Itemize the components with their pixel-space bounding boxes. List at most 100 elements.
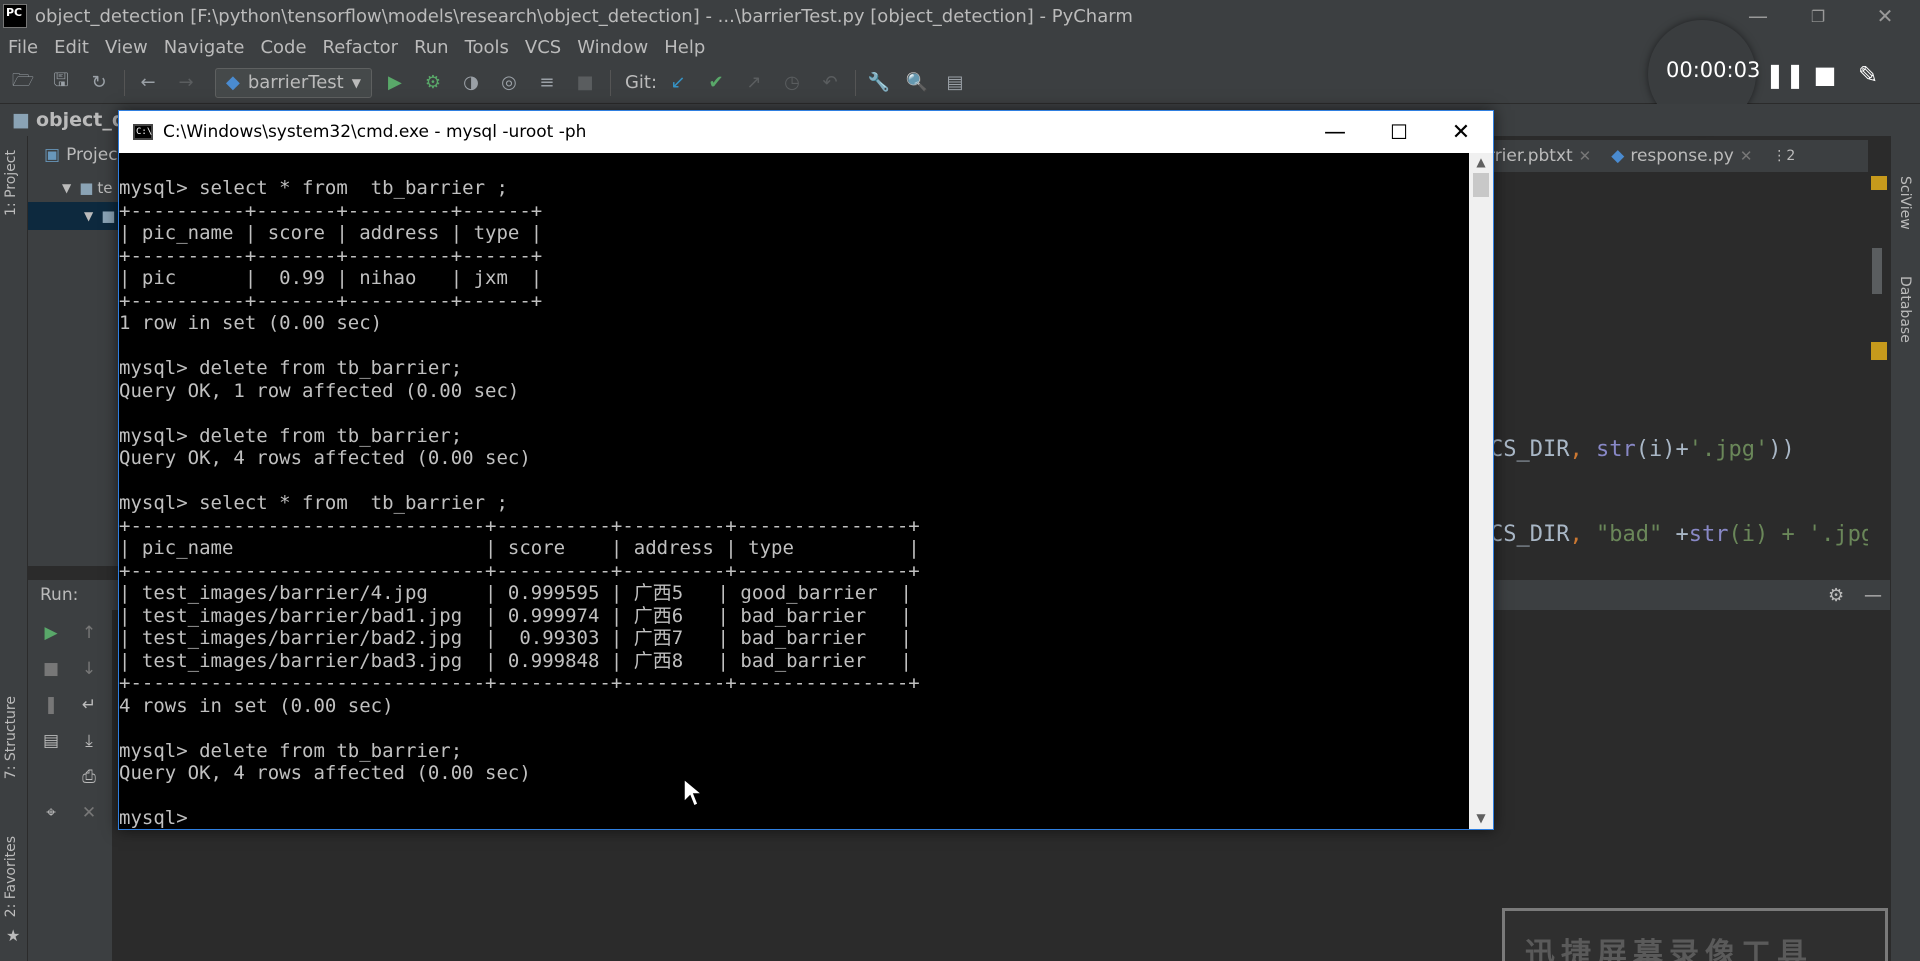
close-tab-icon[interactable]: ✕ <box>1740 147 1753 165</box>
git-update-icon[interactable]: ↙ <box>665 70 691 96</box>
cmd-line: mysql> delete from tb_barrier; <box>119 357 463 379</box>
stop-icon[interactable]: ■ <box>572 70 598 96</box>
warning-marker[interactable] <box>1871 342 1887 360</box>
git-revert-icon[interactable]: ↶ <box>817 70 843 96</box>
tab-sciview[interactable]: SciView <box>1897 176 1913 230</box>
search-icon[interactable]: 🔍 <box>904 70 930 96</box>
presentation-icon[interactable]: ▤ <box>942 70 968 96</box>
run-panel-label: Run: <box>40 585 79 605</box>
menu-file[interactable]: File <box>8 37 38 58</box>
recorder-watermark: 迅捷屏幕录像工具 <box>1502 908 1888 961</box>
folder-icon: ■ <box>12 109 30 131</box>
tab-structure[interactable]: 7: Structure <box>3 696 19 779</box>
forward-arrow-icon[interactable]: → <box>173 70 199 96</box>
tab-overflow-menu[interactable]: ⋮2 <box>1762 140 1805 172</box>
git-commit-icon[interactable]: ✔ <box>703 70 729 96</box>
git-history-icon[interactable]: ◷ <box>779 70 805 96</box>
run-icon[interactable]: ▶ <box>382 70 408 96</box>
pen-icon[interactable]: ✎ <box>1853 60 1883 90</box>
pin-icon[interactable]: ⌖ <box>38 800 64 826</box>
menu-navigate[interactable]: Navigate <box>164 37 245 58</box>
code-token: (i) + '.jpg <box>1728 522 1868 547</box>
menu-view[interactable]: View <box>105 37 148 58</box>
layout-icon[interactable]: ▤ <box>38 728 64 754</box>
pause-icon[interactable]: ❚❚ <box>1765 60 1805 90</box>
cmd-window: C:\ C:\Windows\system32\cmd.exe - mysql … <box>118 110 1494 830</box>
tab-favorites[interactable]: 2: Favorites <box>3 836 19 917</box>
cmd-line: mysql> select * from tb_barrier ; <box>119 177 508 199</box>
run-config-dropdown[interactable]: ◆ barrierTest ▼ <box>215 67 372 98</box>
cmd-line: | pic_name | score | address | type | <box>119 222 543 244</box>
tab-pbtxt[interactable]: rrier.pbtxt ✕ <box>1478 140 1601 172</box>
menu-run[interactable]: Run <box>414 37 449 58</box>
settings-wrench-icon[interactable]: 🔧 <box>866 70 892 96</box>
cmd-line: | test_images/barrier/bad1.jpg | 0.99997… <box>119 604 912 627</box>
cmd-line: | pic_name | score | address | type | <box>119 537 920 559</box>
cmd-minimize-icon[interactable]: — <box>1303 111 1367 153</box>
stop-record-icon[interactable]: ■ <box>1810 60 1840 90</box>
trash-icon[interactable]: ✕ <box>76 800 102 826</box>
cmd-scrollbar[interactable]: ▲ ▼ <box>1469 153 1493 829</box>
cmd-line: +-------------------------------+-------… <box>119 514 920 537</box>
code-token: , <box>1569 522 1596 547</box>
scroll-up-icon[interactable]: ↑ <box>76 620 102 646</box>
back-arrow-icon[interactable]: ← <box>135 70 161 96</box>
python-icon: ◆ <box>226 72 240 93</box>
scroll-down-arrow-icon[interactable]: ▼ <box>1469 809 1493 827</box>
tab-project[interactable]: 1: Project <box>3 150 19 216</box>
editor-tabs: rrier.pbtxt ✕ ◆ response.py ✕ ⋮2 <box>1478 140 1890 172</box>
tab-response-py[interactable]: ◆ response.py ✕ <box>1601 140 1762 172</box>
scroll-down-icon[interactable]: ↓ <box>76 656 102 682</box>
open-folder-icon[interactable]: 🗁 <box>10 70 36 96</box>
save-icon[interactable]: 🖫 <box>48 70 74 96</box>
rerun-icon[interactable]: ▶ <box>38 620 64 646</box>
cmd-output[interactable]: mysql> select * from tb_barrier ; +------… <box>119 153 1469 829</box>
cmd-line: +----------+-------+---------+------+ <box>119 289 543 312</box>
window-title: object_detection [F:\python\tensorflow\m… <box>35 5 1133 27</box>
project-panel-title[interactable]: Projec <box>66 145 118 165</box>
scroll-to-end-icon[interactable]: ⤓ <box>76 728 102 754</box>
cmd-scrollbar-thumb[interactable] <box>1473 173 1489 197</box>
debug-icon[interactable]: ⚙ <box>420 70 446 96</box>
code-token: (i)+ <box>1635 437 1689 462</box>
git-compare-icon[interactable]: ↗ <box>741 70 767 96</box>
menu-window[interactable]: Window <box>577 37 648 58</box>
editor-scrollbar-thumb[interactable] <box>1872 248 1882 294</box>
scroll-up-arrow-icon[interactable]: ▲ <box>1469 153 1493 171</box>
concurrency-icon[interactable]: ≡ <box>534 70 560 96</box>
hide-panel-icon[interactable]: — <box>1864 585 1882 606</box>
menu-tools[interactable]: Tools <box>465 37 509 58</box>
cmd-title: C:\Windows\system32\cmd.exe - mysql -uro… <box>163 122 587 142</box>
main-toolbar: 🗁 🖫 ↻ ← → ◆ barrierTest ▼ ▶ ⚙ ◑ ◎ ≡ ■ Gi… <box>0 62 1920 104</box>
cmd-line: mysql> delete from tb_barrier; <box>119 424 463 447</box>
cmd-line: | test_images/barrier/bad2.jpg | 0.99303… <box>119 627 912 649</box>
gear-icon[interactable]: ⚙ <box>1828 585 1844 606</box>
pause-icon[interactable]: ❚ <box>38 692 64 718</box>
menu-refactor[interactable]: Refactor <box>323 37 399 58</box>
cmd-maximize-icon[interactable]: ☐ <box>1367 111 1431 153</box>
soft-wrap-icon[interactable]: ↵ <box>76 692 102 718</box>
mouse-cursor-icon <box>683 778 705 808</box>
cmd-close-icon[interactable]: ✕ <box>1429 111 1493 153</box>
recorder-time: 00:00:03 <box>1666 58 1761 82</box>
pycharm-logo-icon: PC <box>3 4 27 28</box>
warning-marker[interactable] <box>1871 176 1887 190</box>
project-view-icon: ▣ <box>44 145 61 165</box>
profile-icon[interactable]: ◎ <box>496 70 522 96</box>
sync-icon[interactable]: ↻ <box>86 70 112 96</box>
cmd-line <box>119 470 1469 493</box>
close-tab-icon[interactable]: ✕ <box>1579 147 1592 165</box>
coverage-icon[interactable]: ◑ <box>458 70 484 96</box>
menu-edit[interactable]: Edit <box>54 37 89 58</box>
stop-icon[interactable]: ■ <box>38 656 64 682</box>
menu-help[interactable]: Help <box>664 37 705 58</box>
tab-database[interactable]: Database <box>1897 276 1913 343</box>
code-token: + <box>1662 522 1689 547</box>
menu-vcs[interactable]: VCS <box>525 37 561 58</box>
cmd-line: mysql> <box>119 807 188 829</box>
cmd-line: | test_images/barrier/bad3.jpg | 0.99984… <box>119 649 912 672</box>
folder-icon: ■ <box>101 207 116 225</box>
menu-code[interactable]: Code <box>260 37 306 58</box>
print-icon[interactable]: ⎙ <box>76 764 102 790</box>
code-token: str <box>1595 437 1636 462</box>
